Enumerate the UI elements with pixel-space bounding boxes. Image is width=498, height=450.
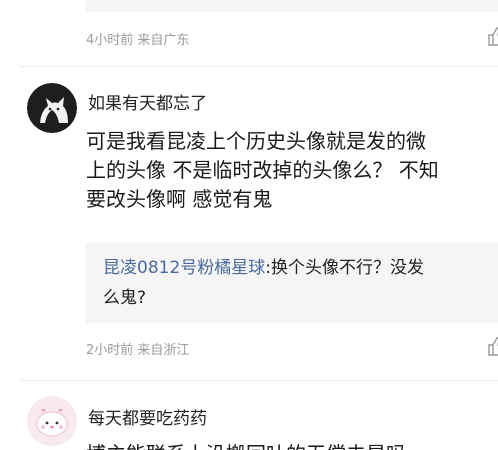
thumbs-up-icon[interactable] xyxy=(486,26,498,46)
cat-silhouette-avatar[interactable] xyxy=(27,83,77,133)
comment-body-line: 上的头像 不是临时改掉的头像么？ 不知 xyxy=(86,158,439,182)
comment-body-line: 博主能联系上没搬回吐的无偿去是吗 xyxy=(86,440,498,450)
thumbs-up-icon[interactable] xyxy=(486,336,498,356)
previous-reply-box xyxy=(86,0,498,12)
reply-line-2: 么鬼? xyxy=(103,288,147,308)
pink-cartoon-avatar[interactable] xyxy=(27,396,77,446)
reply-box[interactable]: 昆凌0812号粉橘星球:换个头像不行？没发 么鬼? xyxy=(86,243,498,323)
comment-body: 可是我看昆凌上个历史头像就是发的微 上的头像 不是临时改掉的头像么？ 不知 要改… xyxy=(86,127,498,214)
reply-line-1: 昆凌0812号粉橘星球:换个头像不行？没发 xyxy=(103,256,424,280)
comment-username[interactable]: 每天都要吃药药 xyxy=(88,404,207,429)
divider xyxy=(20,66,498,67)
reply-username[interactable]: 昆凌0812号粉橘星球 xyxy=(103,258,265,278)
reply-text: :换个头像不行？没发 xyxy=(265,258,424,278)
comment-body-line: 可是我看昆凌上个历史头像就是发的微 xyxy=(86,129,426,153)
divider xyxy=(20,380,498,381)
comment-time-location: 4小时前 来自广东 xyxy=(86,33,190,48)
comment-time-location: 2小时前 来自浙江 xyxy=(86,343,190,358)
comment-body: 博主能联系上没搬回吐的无偿去是吗 xyxy=(86,440,498,450)
comment-body-line: 要改头像啊 感觉有鬼 xyxy=(86,187,273,211)
comment-username[interactable]: 如果有天都忘了 xyxy=(88,89,207,114)
